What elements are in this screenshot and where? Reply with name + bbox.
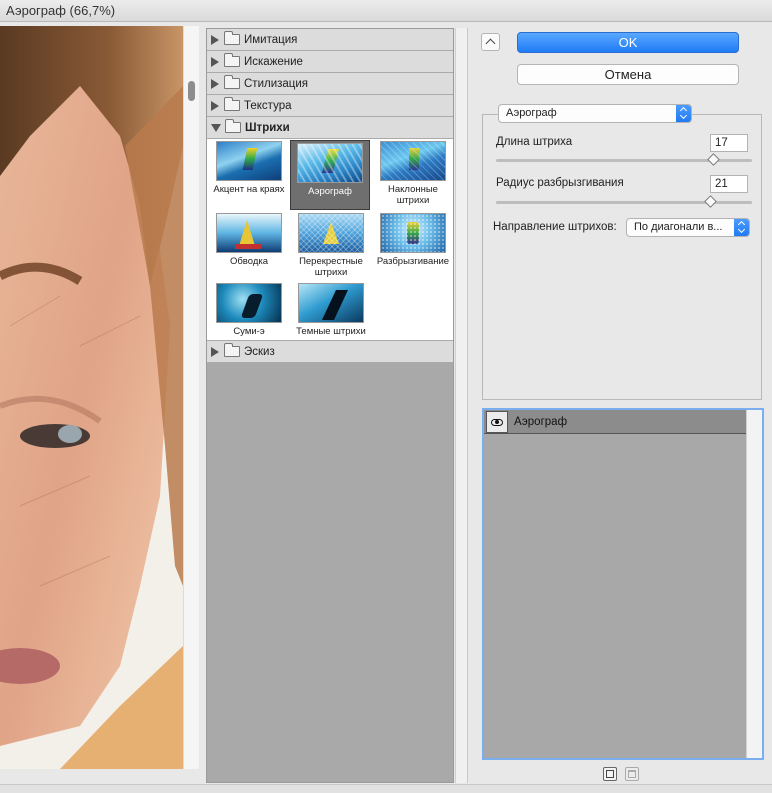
- filter-label: Наклонные штрихи: [388, 184, 438, 206]
- image-preview[interactable]: [0, 26, 183, 769]
- filter-sumi-e[interactable]: Суми-э: [209, 281, 289, 337]
- filter-thumbnail-image: [298, 283, 364, 323]
- filter-thumbnail-image: [297, 143, 363, 183]
- filter-thumbnails: Акцент на краях Аэрограф Наклонные штрих…: [207, 139, 453, 341]
- filter-crosshatch[interactable]: Перекрестные штрихи: [291, 211, 371, 278]
- category-label: Имитация: [244, 33, 298, 46]
- filter-select[interactable]: Аэрограф: [498, 104, 692, 123]
- category-texture[interactable]: Текстура: [207, 95, 453, 117]
- visibility-toggle[interactable]: [486, 410, 508, 433]
- eye-icon: [491, 418, 503, 426]
- filter-spatter[interactable]: Разбрызгивание: [373, 211, 453, 267]
- filter-thumbnail-image: [380, 213, 446, 253]
- expand-arrow-icon: [211, 78, 219, 89]
- dropdown-arrows-icon: [734, 219, 749, 236]
- folder-icon: [224, 31, 240, 45]
- stroke-direction-value: По диагонали в...: [634, 221, 723, 233]
- category-distortion[interactable]: Искажение: [207, 51, 453, 73]
- collapse-arrow-icon: [211, 123, 221, 132]
- folder-icon: [224, 343, 240, 357]
- spray-radius-label: Радиус разбрызгивания: [496, 177, 624, 189]
- expand-arrow-icon: [211, 100, 219, 111]
- stroke-length-input[interactable]: 17: [710, 134, 748, 152]
- effect-layer-name: Аэрограф: [514, 415, 568, 428]
- filter-label: Перекрестные штрихи: [299, 256, 363, 278]
- filter-label: Суми-э: [233, 326, 265, 337]
- effect-layer-row[interactable]: Аэрограф: [484, 410, 746, 434]
- dropdown-arrows-icon: [676, 105, 691, 122]
- category-sketch[interactable]: Эскиз: [207, 341, 453, 363]
- category-imitation[interactable]: Имитация: [207, 29, 453, 51]
- folder-icon: [224, 97, 240, 111]
- gallery-scrollbar[interactable]: [455, 28, 468, 783]
- filter-thumbnail-image: [216, 141, 282, 181]
- bottom-divider: [0, 784, 772, 793]
- folder-icon: [224, 53, 240, 67]
- expand-arrow-icon: [211, 56, 219, 67]
- scrollbar-thumb[interactable]: [188, 81, 195, 101]
- filter-angled-strokes[interactable]: Наклонные штрихи: [373, 139, 453, 206]
- category-label: Стилизация: [244, 77, 309, 90]
- folder-open-icon: [225, 119, 241, 133]
- window-title: Аэрограф (66,7%): [0, 0, 772, 22]
- filter-label: Темные штрихи: [296, 326, 366, 337]
- filter-gallery: Имитация Искажение Стилизация Текстура Ш…: [206, 28, 454, 783]
- effect-layers-panel: Аэрограф: [482, 408, 764, 760]
- expand-arrow-icon: [211, 346, 219, 357]
- cancel-button[interactable]: Отмена: [517, 64, 739, 85]
- filter-airbrush[interactable]: Аэрограф: [290, 140, 370, 210]
- category-label: Штрихи: [245, 121, 290, 134]
- trash-icon: [628, 770, 636, 778]
- filter-settings-panel: [482, 114, 762, 400]
- filter-label: Аэрограф: [308, 186, 352, 197]
- filter-thumbnail-image: [216, 213, 282, 253]
- filter-label: Обводка: [229, 256, 269, 267]
- new-effect-layer-button[interactable]: [603, 767, 617, 781]
- new-layer-icon: [606, 770, 614, 778]
- category-label: Текстура: [244, 99, 292, 112]
- filter-label: Акцент на краях: [213, 184, 285, 195]
- preview-photo: [0, 26, 183, 769]
- folder-icon: [224, 75, 240, 89]
- delete-effect-layer-button[interactable]: [625, 767, 639, 781]
- layers-scrollbar[interactable]: [746, 410, 762, 758]
- filter-dark-strokes[interactable]: Темные штрихи: [291, 281, 371, 337]
- filter-select-value: Аэрограф: [506, 107, 557, 119]
- filter-ink-outlines[interactable]: Обводка: [209, 211, 289, 267]
- category-label: Искажение: [244, 55, 303, 68]
- stroke-direction-label: Направление штрихов:: [493, 221, 617, 233]
- ok-button[interactable]: OK: [517, 32, 739, 53]
- filter-accented-edges[interactable]: Акцент на краях: [209, 139, 289, 195]
- filter-label: Разбрызгивание: [376, 256, 450, 267]
- filter-thumbnail-image: [216, 283, 282, 323]
- stroke-direction-select[interactable]: По диагонали в...: [626, 218, 750, 237]
- category-brush-strokes[interactable]: Штрихи: [207, 117, 453, 139]
- category-stylize[interactable]: Стилизация: [207, 73, 453, 95]
- spray-radius-input[interactable]: 21: [710, 175, 748, 193]
- filter-thumbnail-image: [298, 213, 364, 253]
- filter-thumbnail-image: [380, 141, 446, 181]
- preview-vertical-scrollbar[interactable]: [183, 26, 199, 769]
- stroke-length-label: Длина штриха: [496, 136, 573, 148]
- expand-arrow-icon: [211, 34, 219, 45]
- category-label: Эскиз: [244, 345, 275, 358]
- collapse-gallery-button[interactable]: [481, 33, 500, 51]
